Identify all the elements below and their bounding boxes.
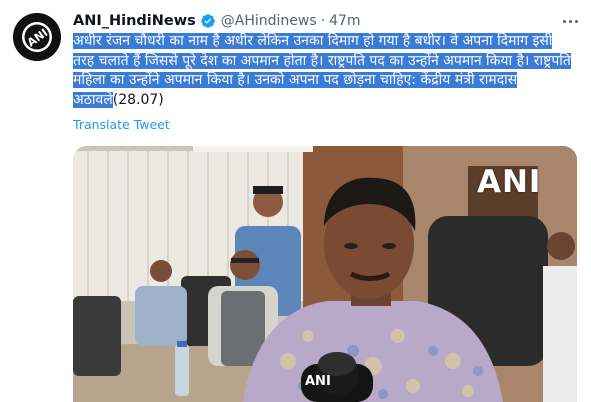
more-options-icon[interactable]	[557, 8, 583, 34]
tweet: ANI ANI_HindiNews @AHindinews · 47m अधीर…	[0, 0, 591, 402]
timestamp[interactable]: 47m	[329, 13, 360, 29]
tweet-header: ANI_HindiNews @AHindinews · 47m	[73, 11, 361, 31]
tweet-text: अधीर रंजन चौधरी का नाम है अधीर लेकिन उनक…	[73, 32, 573, 110]
avatar[interactable]: ANI	[13, 13, 61, 61]
translate-tweet-link[interactable]: Translate Tweet	[73, 117, 170, 132]
verified-badge-icon	[200, 13, 216, 29]
tweet-text-date: (28.07)	[112, 91, 164, 108]
ani-watermark: ANI	[477, 164, 542, 200]
ani-logo-icon: ANI	[13, 13, 61, 61]
tweet-media-image[interactable]: ANI ANI	[73, 146, 577, 402]
display-name[interactable]: ANI_HindiNews	[73, 13, 196, 29]
separator-dot: ·	[320, 13, 326, 29]
handle[interactable]: @AHindinews	[221, 13, 317, 29]
microphone-label: ANI	[305, 374, 331, 389]
